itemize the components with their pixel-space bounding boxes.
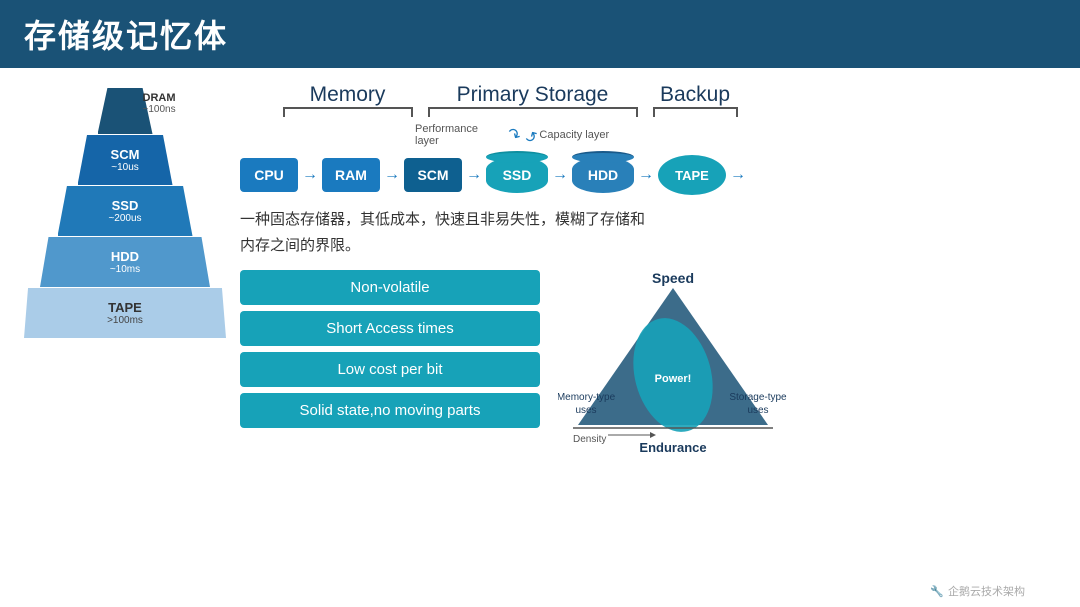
middle-section: Non-volatile Short Access times Low cost… <box>240 270 1060 455</box>
cap-label-group: ↷ Capacity layer <box>524 125 629 145</box>
cat-backup-label: Backup <box>660 83 730 107</box>
flow-ram: RAM <box>322 158 380 192</box>
page-title: 存储级记忆体 <box>24 11 228 57</box>
layer-hdd-label: HDD <box>111 249 139 264</box>
svg-text:uses: uses <box>747 405 768 416</box>
flow-scm: SCM <box>404 158 462 192</box>
header-bar: 存储级记忆体 <box>0 0 1080 68</box>
svg-text:Storage-type: Storage-type <box>729 392 787 403</box>
arrow-cpu-ram: → <box>302 166 318 184</box>
desc-line2: 内存之间的界限。 <box>240 233 1060 259</box>
layer-hdd-time: ~10ms <box>110 264 140 275</box>
desc-line1: 一种固态存储器，其低成本，快速且非易失性，模糊了存储和 <box>240 207 1060 233</box>
pyramid-section: DRAM ~100ns SCM ~10us SSD ~200us <box>20 78 230 597</box>
cap-arrow-icon: ↷ <box>520 123 542 147</box>
perf-arrow-icon: ↷ <box>502 123 524 147</box>
category-backup: Backup <box>645 83 745 117</box>
chart-svg: Power! Memory-type uses Storage-type use… <box>558 270 788 455</box>
arrow-tape-end: → <box>730 166 746 184</box>
layer-tape-label: TAPE <box>108 300 142 315</box>
sublabels-row: Performance layer ↷ ↷ Capacity layer <box>415 123 1060 147</box>
right-section: Memory Primary Storage Backup Performanc… <box>240 78 1060 597</box>
feature-low-cost: Low cost per bit <box>240 352 540 387</box>
feature-boxes: Non-volatile Short Access times Low cost… <box>240 270 540 428</box>
svg-text:uses: uses <box>575 405 596 416</box>
layer-dram-time: ~100ns <box>143 104 176 115</box>
description-area: 一种固态存储器，其低成本，快速且非易失性，模糊了存储和 内存之间的界限。 <box>240 207 1060 258</box>
cap-sublabel: Capacity layer <box>539 129 609 141</box>
chart-speed-label: Speed <box>652 270 694 286</box>
perf-label-group: Performance layer ↷ <box>415 123 520 147</box>
layer-scm-time: ~10us <box>111 162 139 173</box>
cat-memory-label: Memory <box>310 83 386 107</box>
arrow-scm-ssd: → <box>466 166 482 184</box>
layer-scm-label: SCM <box>111 147 140 162</box>
watermark-icon: 🔧 <box>930 585 944 598</box>
feature-short-access: Short Access times <box>240 311 540 346</box>
flow-row: CPU → RAM → SCM → SSD → HDD <box>240 155 1060 195</box>
category-headers: Memory Primary Storage Backup <box>275 83 1060 117</box>
cat-primary-label: Primary Storage <box>457 83 609 107</box>
layer-tape-time: >100ms <box>107 315 143 326</box>
layer-dram-label: DRAM <box>143 92 176 104</box>
pyramid-container: DRAM ~100ns SCM ~10us SSD ~200us <box>25 88 225 338</box>
chart-endurance-label: Endurance <box>639 440 706 455</box>
category-memory: Memory <box>275 83 420 117</box>
perf-sublabel: Performance layer <box>415 123 505 147</box>
layer-ssd-label: SSD <box>112 198 139 213</box>
chart-section: Speed Power! Memory-type uses Storage-ty… <box>558 270 788 455</box>
main-content: DRAM ~100ns SCM ~10us SSD ~200us <box>0 68 1080 607</box>
arrow-ram-scm: → <box>384 166 400 184</box>
feature-nonvolatile: Non-volatile <box>240 270 540 305</box>
layer-ssd-time: ~200us <box>108 213 141 224</box>
flow-ssd: SSD <box>486 157 548 193</box>
watermark-text: 企鹅云技术架构 <box>948 583 1025 599</box>
category-primary-storage: Primary Storage <box>420 83 645 117</box>
feature-solid-state: Solid state,no moving parts <box>240 393 540 428</box>
flow-tape: TAPE <box>658 155 726 195</box>
svg-text:Power!: Power! <box>655 373 692 385</box>
svg-text:Density: Density <box>573 434 606 445</box>
flow-cpu: CPU <box>240 158 298 192</box>
flow-hdd: HDD <box>572 157 634 193</box>
svg-text:Memory-type: Memory-type <box>558 392 616 403</box>
watermark: 🔧 企鹅云技术架构 <box>930 583 1025 599</box>
arrow-ssd-hdd: → <box>552 166 568 184</box>
arrow-hdd-tape: → <box>638 166 654 184</box>
